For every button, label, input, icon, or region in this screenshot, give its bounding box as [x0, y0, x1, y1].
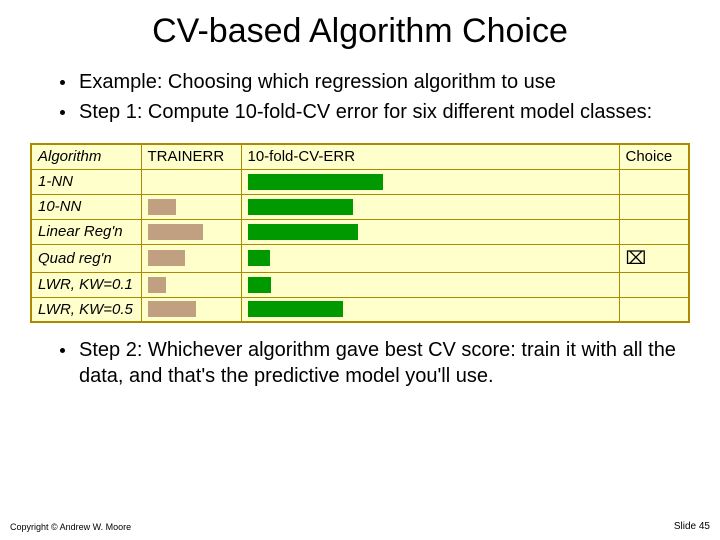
trainerr-bar [148, 224, 203, 240]
cell-trainerr [141, 297, 241, 322]
header-cv-err: 10-fold-CV-ERR [241, 144, 619, 169]
trainerr-bar [148, 199, 176, 215]
bullet-dot-icon [60, 348, 65, 353]
cell-choice [619, 169, 689, 194]
cell-trainerr [141, 169, 241, 194]
cell-cv-err [241, 244, 619, 272]
table-row: LWR, KW=0.1 [31, 272, 689, 297]
trainerr-bar [148, 277, 166, 293]
slide-number: Slide 45 [674, 521, 710, 532]
cverr-bar [248, 250, 270, 266]
cell-trainerr [141, 272, 241, 297]
table-header-row: Algorithm TRAINERR 10-fold-CV-ERR Choice [31, 144, 689, 169]
table-row: Quad reg'n ⌧ [31, 244, 689, 272]
header-trainerr: TRAINERR [141, 144, 241, 169]
bullet-text: Step 2: Whichever algorithm gave best CV… [79, 337, 690, 389]
cell-algorithm: LWR, KW=0.1 [31, 272, 141, 297]
cell-cv-err [241, 169, 619, 194]
cell-algorithm: 10-NN [31, 194, 141, 219]
cell-algorithm: Quad reg'n [31, 244, 141, 272]
cell-choice: ⌧ [619, 244, 689, 272]
cell-algorithm: Linear Reg'n [31, 219, 141, 244]
trainerr-bar [148, 301, 196, 317]
cverr-bar [248, 199, 353, 215]
table-row: 1-NN [31, 169, 689, 194]
cell-cv-err [241, 194, 619, 219]
cell-choice [619, 219, 689, 244]
cell-cv-err [241, 297, 619, 322]
copyright-text: Copyright © Andrew W. Moore [10, 522, 131, 532]
table-row: LWR, KW=0.5 [31, 297, 689, 322]
bullet-dot-icon [60, 110, 65, 115]
header-algorithm: Algorithm [31, 144, 141, 169]
cverr-bar [248, 277, 271, 293]
slide-title: CV-based Algorithm Choice [0, 0, 720, 61]
table-row: Linear Reg'n [31, 219, 689, 244]
cell-cv-err [241, 219, 619, 244]
bullet-dot-icon [60, 80, 65, 85]
bullet-text: Example: Choosing which regression algor… [79, 69, 556, 95]
cell-choice [619, 194, 689, 219]
bullet-text: Step 1: Compute 10-fold-CV error for six… [79, 99, 652, 125]
cverr-bar [248, 174, 383, 190]
cell-trainerr [141, 219, 241, 244]
bullet-item: Step 1: Compute 10-fold-CV error for six… [60, 99, 690, 125]
bullet-item: Step 2: Whichever algorithm gave best CV… [60, 337, 690, 389]
bullet-item: Example: Choosing which regression algor… [60, 69, 690, 95]
header-choice: Choice [619, 144, 689, 169]
cell-choice [619, 272, 689, 297]
cell-algorithm: 1-NN [31, 169, 141, 194]
cv-error-table: Algorithm TRAINERR 10-fold-CV-ERR Choice… [30, 143, 690, 323]
cell-choice [619, 297, 689, 322]
step2-block: Step 2: Whichever algorithm gave best CV… [0, 323, 720, 389]
cverr-bar [248, 301, 343, 317]
cell-cv-err [241, 272, 619, 297]
cell-algorithm: LWR, KW=0.5 [31, 297, 141, 322]
cell-trainerr [141, 194, 241, 219]
cell-trainerr [141, 244, 241, 272]
table-row: 10-NN [31, 194, 689, 219]
cverr-bar [248, 224, 358, 240]
bullet-list: Example: Choosing which regression algor… [0, 61, 720, 125]
trainerr-bar [148, 250, 185, 266]
